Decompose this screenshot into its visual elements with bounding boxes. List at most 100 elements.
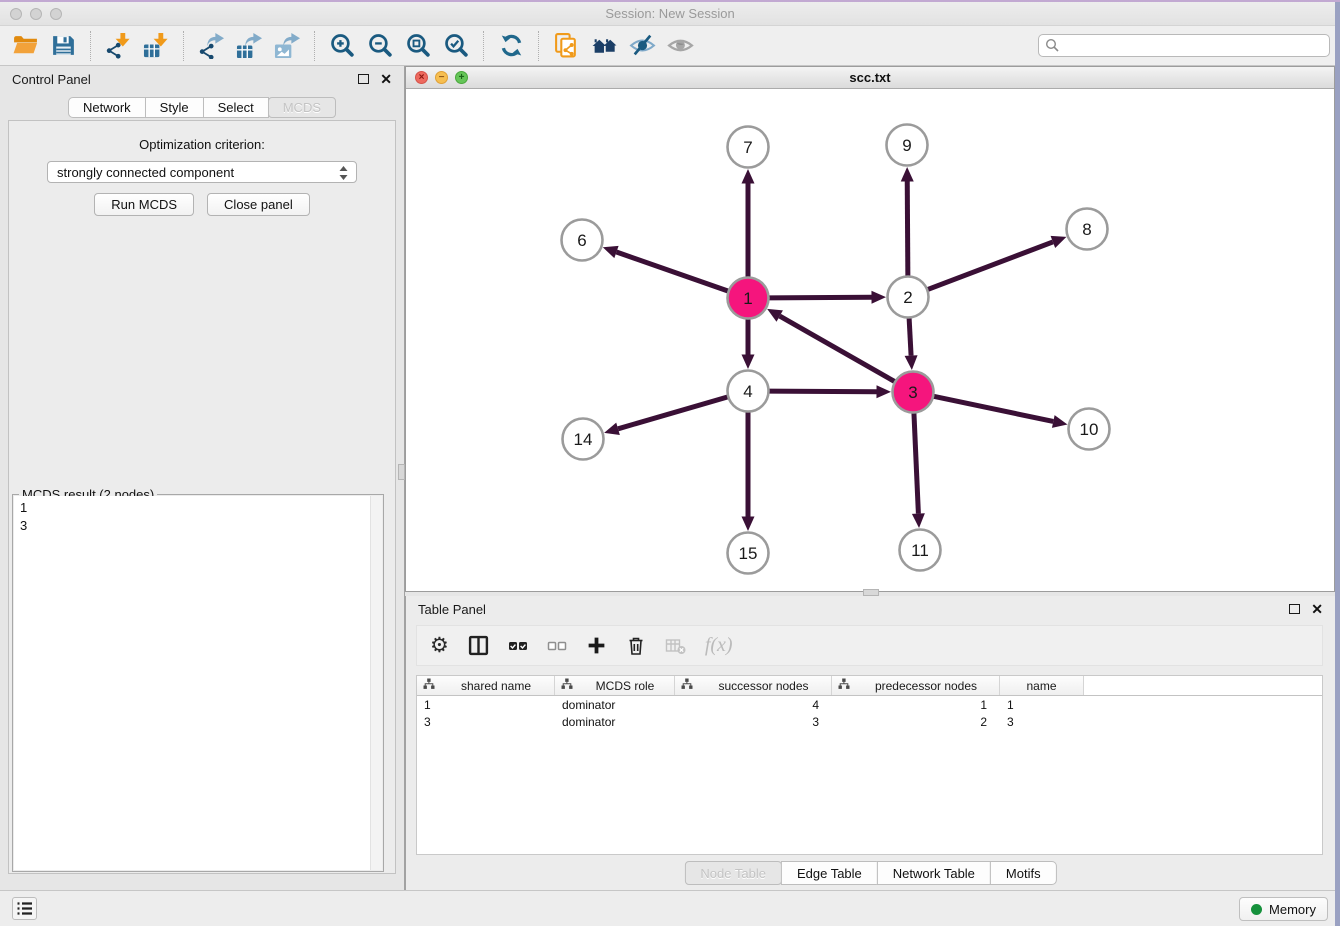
table-toolbar: ⚙ f(x) bbox=[416, 625, 1323, 666]
list-icon bbox=[16, 901, 33, 916]
deselect-all-checkboxes-icon[interactable] bbox=[547, 636, 567, 656]
edge-3-10[interactable] bbox=[933, 396, 1053, 421]
table-cell[interactable]: 1 bbox=[832, 696, 1000, 713]
network-window-titlebar[interactable]: × − + scc.txt bbox=[406, 67, 1334, 89]
main-toolbar bbox=[0, 26, 1340, 66]
toolbar-separator bbox=[538, 31, 539, 61]
column-type-icon bbox=[561, 678, 573, 693]
edge-arrowhead bbox=[1051, 236, 1067, 248]
save-session-button[interactable] bbox=[44, 28, 82, 64]
export-network-button[interactable] bbox=[192, 28, 230, 64]
delete-column-icon-disabled bbox=[665, 636, 686, 656]
table-cell[interactable]: 3 bbox=[675, 713, 832, 730]
close-window-button[interactable] bbox=[10, 8, 22, 20]
window-title: Session: New Session bbox=[605, 6, 734, 21]
delete-row-icon[interactable] bbox=[626, 635, 646, 656]
zoom-out-button[interactable] bbox=[361, 28, 399, 64]
float-panel-button[interactable] bbox=[358, 74, 369, 84]
vertical-splitter-handle[interactable] bbox=[398, 464, 405, 480]
hide-selected-button[interactable] bbox=[623, 28, 661, 64]
edge-3-1[interactable] bbox=[780, 316, 895, 382]
network-canvas[interactable]: 7968124314101511 bbox=[406, 89, 1334, 590]
zoom-in-button[interactable] bbox=[323, 28, 361, 64]
column-settings-icon[interactable]: ⚙ bbox=[430, 635, 449, 656]
node-table[interactable]: shared nameMCDS role successor nodes prede… bbox=[416, 675, 1323, 855]
tab-mcds[interactable]: MCDS bbox=[268, 97, 336, 118]
control-panel: Control Panel ✕ NetworkStyleSelectMCDS O… bbox=[0, 66, 405, 890]
edge-2-3[interactable] bbox=[909, 317, 911, 355]
table-cell[interactable]: 3 bbox=[417, 713, 555, 730]
select-stepper-icon bbox=[338, 165, 349, 181]
export-image-button[interactable] bbox=[268, 28, 306, 64]
column-header-predecessor-nodes[interactable]: predecessor nodes bbox=[832, 676, 1000, 695]
export-table-button[interactable] bbox=[230, 28, 268, 64]
edge-4-14[interactable] bbox=[618, 397, 728, 429]
search-input[interactable] bbox=[1038, 34, 1330, 57]
edge-arrowhead bbox=[742, 355, 755, 370]
close-table-panel-button[interactable]: ✕ bbox=[1311, 602, 1323, 616]
tab-select[interactable]: Select bbox=[203, 97, 269, 118]
table-cell[interactable]: 3 bbox=[1000, 713, 1084, 730]
import-network-button[interactable] bbox=[99, 28, 137, 64]
tab-motifs[interactable]: Motifs bbox=[990, 861, 1057, 885]
edge-3-11[interactable] bbox=[914, 412, 918, 513]
horizontal-splitter-handle[interactable] bbox=[863, 589, 879, 596]
column-type-icon bbox=[681, 678, 693, 693]
application-window: Session: New Session bbox=[0, 0, 1340, 926]
split-column-icon[interactable] bbox=[468, 635, 489, 656]
network-close-button[interactable]: × bbox=[415, 71, 428, 84]
result-scrollbar[interactable] bbox=[370, 496, 382, 870]
task-history-button[interactable] bbox=[12, 897, 37, 920]
column-header-name[interactable]: name bbox=[1000, 676, 1084, 695]
node-label-11: 11 bbox=[911, 541, 929, 560]
home-view-button[interactable] bbox=[585, 28, 623, 64]
column-header-shared-name[interactable]: shared name bbox=[417, 676, 555, 695]
table-cell[interactable]: 1 bbox=[417, 696, 555, 713]
criterion-value: strongly connected component bbox=[57, 165, 234, 180]
select-all-checkboxes-icon[interactable] bbox=[508, 636, 528, 656]
tab-network-table[interactable]: Network Table bbox=[877, 861, 991, 885]
table-row[interactable]: 1dominator411 bbox=[417, 696, 1322, 713]
show-hidden-button[interactable] bbox=[661, 28, 699, 64]
open-session-button[interactable] bbox=[6, 28, 44, 64]
float-table-panel-button[interactable] bbox=[1289, 604, 1300, 614]
minimize-window-button[interactable] bbox=[30, 8, 42, 20]
edge-2-8[interactable] bbox=[927, 242, 1053, 290]
column-header-successor-nodes[interactable]: successor nodes bbox=[675, 676, 832, 695]
table-row[interactable]: 3dominator323 bbox=[417, 713, 1322, 730]
network-minimize-button[interactable]: − bbox=[435, 71, 448, 84]
column-header-MCDS-role[interactable]: MCDS role bbox=[555, 676, 675, 695]
tab-network[interactable]: Network bbox=[68, 97, 146, 118]
column-header-label: successor nodes bbox=[702, 679, 825, 693]
table-cell[interactable]: 1 bbox=[1000, 696, 1084, 713]
node-label-2: 2 bbox=[903, 288, 912, 307]
edge-2-9[interactable] bbox=[907, 181, 908, 276]
close-panel-button[interactable]: ✕ bbox=[380, 72, 392, 86]
tab-edge-table[interactable]: Edge Table bbox=[781, 861, 878, 885]
zoom-fit-button[interactable] bbox=[399, 28, 437, 64]
tab-style[interactable]: Style bbox=[145, 97, 204, 118]
edge-4-3[interactable] bbox=[768, 391, 876, 392]
close-panel-button-inner[interactable]: Close panel bbox=[207, 193, 310, 216]
table-cell[interactable]: 4 bbox=[675, 696, 832, 713]
memory-button[interactable]: Memory bbox=[1239, 897, 1328, 921]
network-maximize-button[interactable]: + bbox=[455, 71, 468, 84]
node-label-8: 8 bbox=[1082, 220, 1091, 239]
table-cell[interactable]: dominator bbox=[555, 696, 675, 713]
edge-arrowhead bbox=[876, 385, 891, 398]
tab-node-table[interactable]: Node Table bbox=[684, 861, 782, 885]
zoom-selected-button[interactable] bbox=[437, 28, 475, 64]
add-row-icon[interactable] bbox=[586, 635, 607, 656]
node-label-10: 10 bbox=[1080, 420, 1099, 439]
zoom-window-button[interactable] bbox=[50, 8, 62, 20]
run-mcds-button[interactable]: Run MCDS bbox=[94, 193, 194, 216]
edge-1-6[interactable] bbox=[616, 252, 728, 291]
import-table-button[interactable] bbox=[137, 28, 175, 64]
edge-1-2[interactable] bbox=[768, 297, 871, 298]
refresh-view-button[interactable] bbox=[492, 28, 530, 64]
criterion-select[interactable]: strongly connected component bbox=[47, 161, 357, 183]
clone-network-button[interactable] bbox=[547, 28, 585, 64]
table-cell[interactable]: dominator bbox=[555, 713, 675, 730]
edge-arrowhead bbox=[742, 169, 755, 184]
table-cell[interactable]: 2 bbox=[832, 713, 1000, 730]
